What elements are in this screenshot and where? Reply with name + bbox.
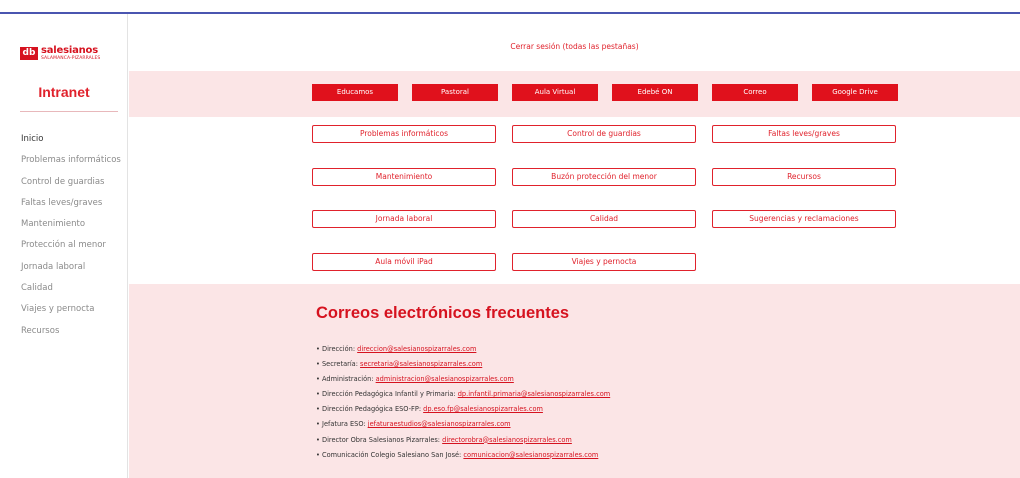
sidebar-item-proteccion-menor[interactable]: Protección al menor: [21, 239, 121, 260]
quick-link-aula-virtual[interactable]: Aula Virtual: [512, 84, 598, 101]
email-item: • Secretaría: secretaria@salesianospizarr…: [316, 360, 610, 375]
logout-link[interactable]: Cerrar sesión (todas las pestañas): [129, 42, 1020, 51]
section-button-problemas-informaticos[interactable]: Problemas informáticos: [312, 125, 496, 143]
sidebar-item-viajes[interactable]: Viajes y pernocta: [21, 303, 121, 324]
salesianos-logo[interactable]: db salesianos SALAMANCA-PIZARRALES: [20, 46, 100, 62]
sidebar-item-jornada-laboral[interactable]: Jornada laboral: [21, 261, 121, 282]
email-label: Dirección Pedagógica Infantil y Primaria…: [322, 390, 456, 399]
email-item: • Jefatura ESO: jefaturaestudios@salesian…: [316, 420, 610, 435]
section-button-viajes[interactable]: Viajes y pernocta: [512, 253, 696, 271]
email-item: • Administración: administracion@salesian…: [316, 375, 610, 390]
sidebar-title: Intranet: [38, 84, 90, 100]
email-item: • Dirección Pedagógica Infantil y Primari…: [316, 390, 610, 405]
email-label: Dirección:: [322, 345, 356, 353]
sidebar: db salesianos SALAMANCA-PIZARRALES Intra…: [0, 14, 128, 478]
section-button-mantenimiento[interactable]: Mantenimiento: [312, 168, 496, 186]
email-link[interactable]: secretaria@salesianospizarrales.com: [360, 360, 482, 368]
section-button-faltas[interactable]: Faltas leves/graves: [712, 125, 896, 143]
quick-link-pastoral[interactable]: Pastoral: [412, 84, 498, 101]
sidebar-item-inicio[interactable]: Inicio: [21, 133, 121, 154]
logo-subtitle: SALAMANCA-PIZARRALES: [41, 56, 101, 61]
sidebar-item-mantenimiento[interactable]: Mantenimiento: [21, 218, 121, 239]
quick-link-edebe-on[interactable]: Edebé ON: [612, 84, 698, 101]
email-label: Administración:: [322, 375, 374, 384]
email-link[interactable]: jefaturaestudios@salesianospizarrales.co…: [368, 420, 511, 428]
email-link[interactable]: directorobra@salesianospizarrales.com: [442, 436, 572, 444]
email-label: Jefatura ESO:: [322, 420, 366, 429]
section-button-buzon-proteccion[interactable]: Buzón protección del menor: [512, 168, 696, 186]
email-label: Secretaría:: [322, 360, 358, 369]
sidebar-item-calidad[interactable]: Calidad: [21, 282, 121, 303]
emails-title: Correos electrónicos frecuentes: [316, 304, 570, 322]
email-label: Director Obra Salesianos Pizarrales:: [322, 435, 441, 444]
quick-link-google-drive[interactable]: Google Drive: [812, 84, 898, 101]
email-item: • Dirección Pedagógica ESO-FP: dp.eso.fp@…: [316, 405, 610, 420]
sidebar-nav: Inicio Problemas informáticos Control de…: [21, 133, 121, 346]
section-button-control-guardias[interactable]: Control de guardias: [512, 125, 696, 143]
section-button-jornada-laboral[interactable]: Jornada laboral: [312, 210, 496, 228]
logo-text: salesianos SALAMANCA-PIZARRALES: [41, 46, 100, 62]
logo-mark-icon: db: [20, 47, 38, 61]
email-label: Comunicación Colegio Salesiano San José:: [322, 450, 462, 459]
quick-link-educamos[interactable]: Educamos: [312, 84, 398, 101]
sidebar-item-faltas[interactable]: Faltas leves/graves: [21, 197, 121, 218]
email-label: Dirección Pedagógica ESO-FP:: [322, 405, 422, 414]
email-link[interactable]: dp.eso.fp@salesianospizarrales.com: [423, 405, 543, 413]
section-button-sugerencias[interactable]: Sugerencias y reclamaciones: [712, 210, 896, 228]
sidebar-item-recursos[interactable]: Recursos: [21, 325, 121, 346]
section-button-recursos[interactable]: Recursos: [712, 168, 896, 186]
logo-name: salesianos: [41, 45, 98, 56]
top-border: [0, 12, 1020, 14]
sidebar-divider: [20, 111, 118, 112]
email-item: • Dirección: direccion@salesianospizarral…: [316, 345, 610, 360]
email-item: • Comunicación Colegio Salesiano San José…: [316, 451, 610, 466]
quick-link-correo[interactable]: Correo: [712, 84, 798, 101]
sidebar-item-control-guardias[interactable]: Control de guardias: [21, 176, 121, 197]
sidebar-item-problemas-informaticos[interactable]: Problemas informáticos: [21, 154, 121, 175]
email-link[interactable]: direccion@salesianospizarrales.com: [357, 345, 476, 353]
email-link[interactable]: administracion@salesianospizarrales.com: [376, 375, 514, 383]
emails-list: • Dirección: direccion@salesianospizarral…: [316, 345, 610, 466]
section-button-calidad[interactable]: Calidad: [512, 210, 696, 228]
email-link[interactable]: dp.infantil.primaria@salesianospizarrale…: [458, 390, 610, 398]
section-button-aula-movil[interactable]: Aula móvil iPad: [312, 253, 496, 271]
email-link[interactable]: comunicacion@salesianospizarrales.com: [463, 451, 598, 459]
email-item: • Director Obra Salesianos Pizarrales: di…: [316, 436, 610, 451]
